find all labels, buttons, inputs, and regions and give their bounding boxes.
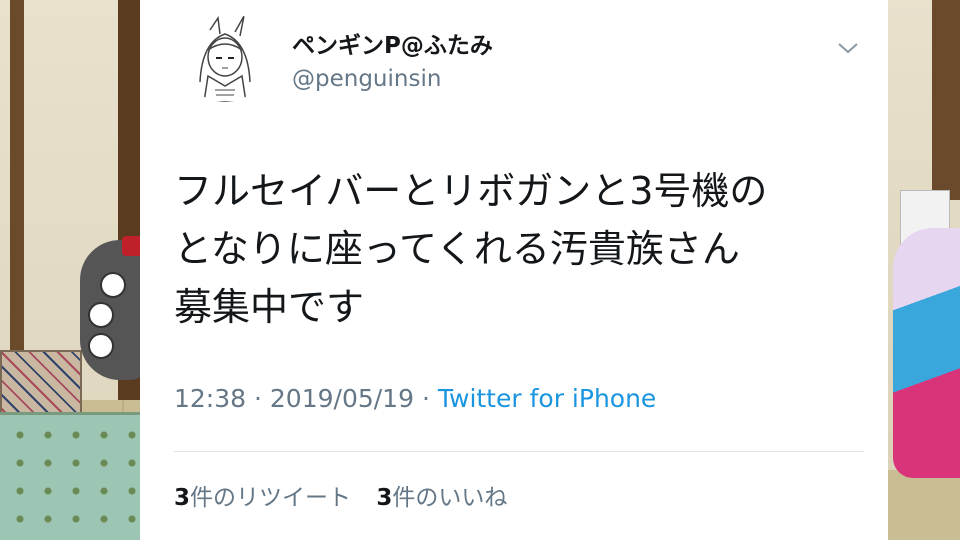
tweet-text-line: となりに座ってくれる汚貴族さん: [174, 227, 740, 271]
tweet-time[interactable]: 12:38: [174, 384, 246, 413]
like-label: 件のいいね: [392, 485, 508, 511]
right-wood-beam: [932, 0, 960, 200]
retweet-count: 3: [174, 485, 191, 511]
meta-separator: ·: [421, 384, 430, 413]
left-character-bow: [122, 236, 142, 256]
left-wood-beam: [10, 0, 24, 400]
tweet-card: ペンギンP@ふたみ @penguinsin フルセイバーとリボガンと3号機の と…: [140, 0, 888, 540]
like-count: 3: [376, 485, 393, 511]
like-stat[interactable]: 3件のいいね: [376, 485, 507, 511]
white-dot-3: [88, 333, 114, 359]
tweet-stats: 3件のリツイート 3件のいいね: [174, 478, 525, 512]
white-dot-1: [100, 272, 126, 298]
white-dot-2: [88, 302, 114, 328]
retweet-label: 件のリツイート: [190, 485, 352, 511]
right-tatami-floor: [888, 470, 960, 540]
right-character: [893, 228, 960, 478]
user-handle[interactable]: @penguinsin: [292, 66, 441, 92]
retweet-stat[interactable]: 3件のリツイート: [174, 485, 351, 511]
tweet-metadata: 12:38 · 2019/05/19 · Twitter for iPhone: [174, 384, 656, 413]
tweet-source-link[interactable]: Twitter for iPhone: [438, 384, 656, 413]
tweet-text: フルセイバーとリボガンと3号機の となりに座ってくれる汚貴族さん 募集中です: [174, 162, 854, 336]
chevron-down-icon[interactable]: [836, 36, 860, 60]
meta-separator: ·: [254, 384, 262, 413]
divider: [174, 451, 864, 452]
tweet-text-line: フルセイバーとリボガンと3号機の: [174, 169, 768, 213]
kotatsu-table: [0, 412, 140, 540]
avatar[interactable]: [180, 12, 270, 102]
tweet-text-line: 募集中です: [174, 285, 365, 329]
display-name[interactable]: ペンギンP@ふたみ: [292, 26, 493, 60]
avatar-drawing-icon: [199, 15, 251, 102]
tweet-date[interactable]: 2019/05/19: [270, 384, 414, 413]
